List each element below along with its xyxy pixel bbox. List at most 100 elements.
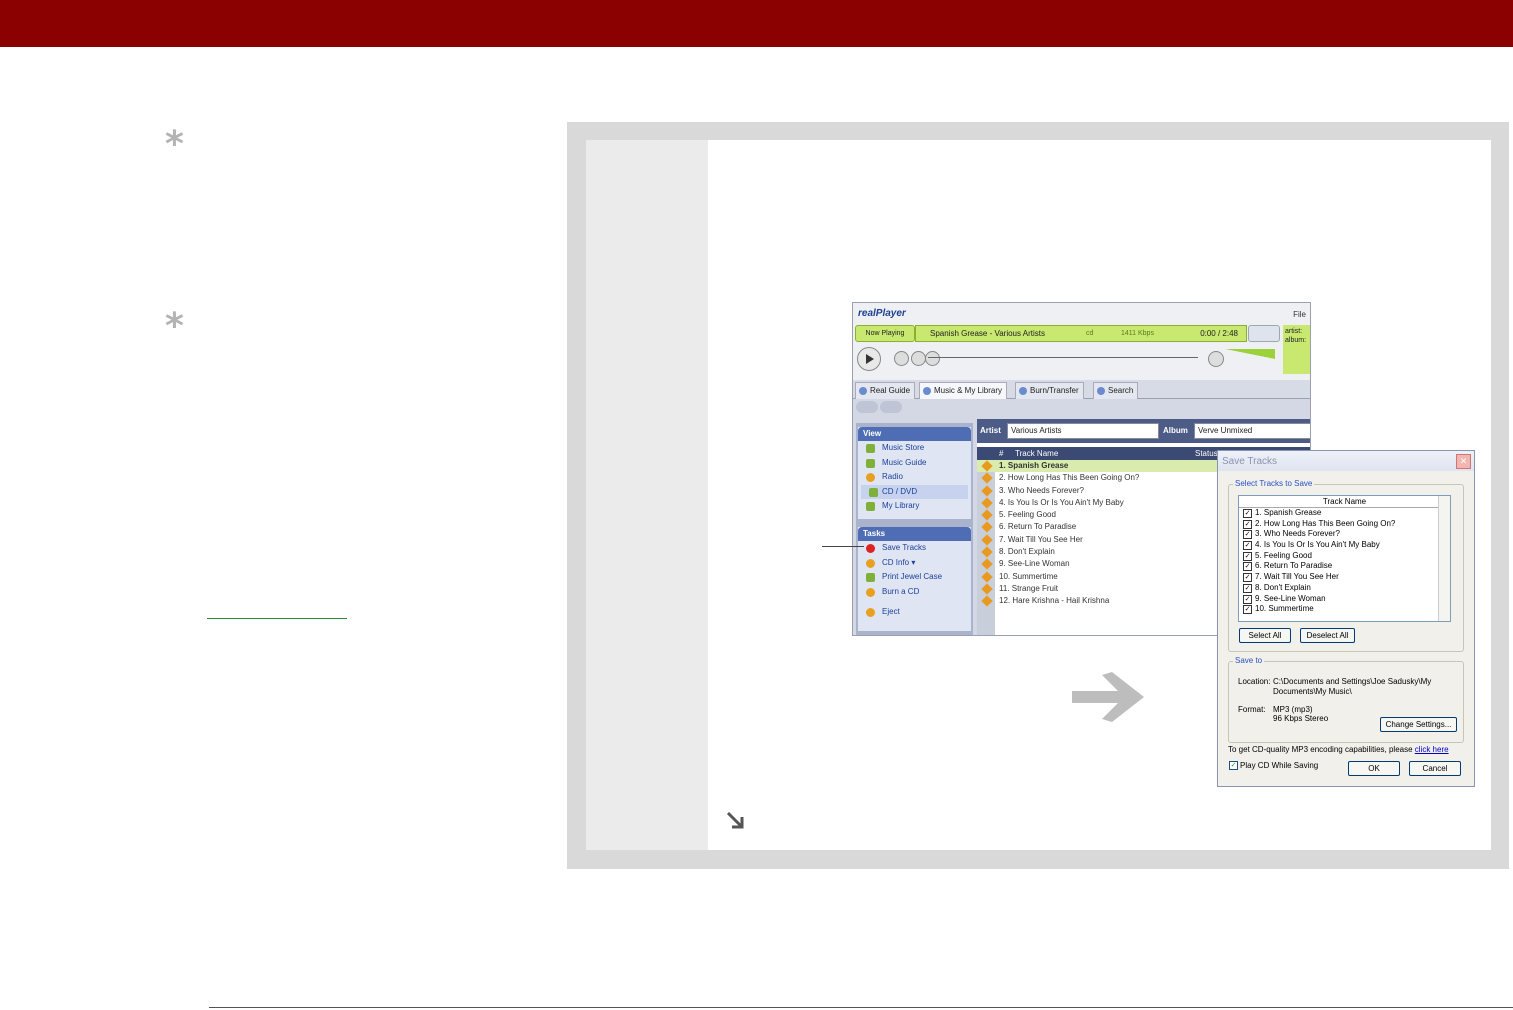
- save-tracks-icon: [866, 544, 875, 553]
- list-item[interactable]: ✓ 3. Who Needs Forever?: [1239, 529, 1450, 540]
- step-number-column: [586, 140, 708, 850]
- tab-music-library[interactable]: Music & My Library: [919, 382, 1008, 399]
- album-info-row: Artist Various Artists Album Verve Unmix…: [977, 419, 1310, 443]
- side-pane: View Music Store Music Guide Radio CD / …: [856, 423, 973, 635]
- task-burn-cd[interactable]: Burn a CD: [858, 585, 971, 600]
- select-all-button[interactable]: Select All: [1239, 628, 1291, 643]
- tab-search[interactable]: Search: [1093, 382, 1139, 399]
- ok-button[interactable]: OK: [1348, 761, 1400, 776]
- globe-menu-button[interactable]: [1248, 325, 1280, 342]
- format-label: Format:: [1238, 705, 1266, 714]
- burn-cd-icon: [866, 587, 875, 597]
- list-item[interactable]: ✓ 1. Spanish Grease: [1239, 508, 1450, 519]
- right-arrow-icon: [1072, 672, 1144, 722]
- seek-slider[interactable]: [928, 357, 1198, 358]
- tab-burn-transfer[interactable]: Burn/Transfer: [1015, 382, 1084, 399]
- file-menu[interactable]: File: [1293, 310, 1306, 319]
- format-value: MP3 (mp3): [1273, 705, 1313, 714]
- album-label: Album: [1163, 426, 1188, 435]
- tab-bar: Real Guide Music & My Library Burn/Trans…: [853, 380, 1310, 399]
- deselect-all-button[interactable]: Deselect All: [1300, 628, 1355, 643]
- checkbox-icon[interactable]: ✓: [1243, 594, 1252, 604]
- cd-track-icon: [981, 472, 993, 484]
- save-tracks-dialog: Save Tracks ✕ Select Tracks to Save Trac…: [1217, 450, 1475, 787]
- list-header[interactable]: Track Name: [1239, 496, 1450, 508]
- cd-track-icon: [981, 484, 993, 497]
- list-item[interactable]: ✓ 7. Wait Till You See Her: [1239, 572, 1450, 583]
- checkbox-icon[interactable]: ✓: [1243, 583, 1252, 593]
- list-item[interactable]: ✓ 10. Summertime: [1239, 604, 1450, 615]
- list-item[interactable]: ✓ 4. Is You Is Or Is You Ain't My Baby: [1239, 540, 1450, 551]
- artist-info-panel: artist: album:: [1283, 325, 1310, 374]
- location-label: Location:: [1238, 677, 1271, 686]
- cd-track-icon: [981, 497, 993, 509]
- close-icon[interactable]: ✕: [1456, 454, 1471, 469]
- now-playing-button[interactable]: Now Playing: [855, 325, 915, 342]
- music-guide-icon: [866, 458, 875, 468]
- cd-track-icon: [981, 509, 993, 521]
- col-status[interactable]: Status: [1195, 447, 1218, 460]
- cd-track-icon: [981, 521, 993, 534]
- view-item-my-library[interactable]: My Library: [858, 499, 971, 514]
- tasks-panel: Tasks Save Tracks CD Info ▾ Print Jewel …: [858, 527, 971, 631]
- volume-icon[interactable]: [1208, 351, 1224, 367]
- checkbox-icon[interactable]: ✓: [1243, 530, 1252, 540]
- dialog-title: Save Tracks: [1222, 456, 1278, 467]
- realplayer-logo: realPlayer: [858, 308, 906, 319]
- previous-button[interactable]: [911, 351, 926, 366]
- col-number[interactable]: #: [999, 447, 1003, 460]
- cd-track-icon: [981, 558, 993, 571]
- col-track-name[interactable]: Track Name: [1015, 447, 1058, 460]
- dialog-title-bar: Save Tracks ✕: [1218, 451, 1474, 471]
- list-scrollbar[interactable]: [1438, 496, 1450, 621]
- volume-slider[interactable]: [1225, 349, 1275, 359]
- forward-button[interactable]: [880, 401, 902, 413]
- change-settings-button[interactable]: Change Settings...: [1380, 717, 1457, 732]
- cancel-button[interactable]: Cancel: [1409, 761, 1461, 776]
- list-item[interactable]: ✓ 5. Feeling Good: [1239, 551, 1450, 562]
- burn-icon: [1019, 387, 1027, 395]
- sidebar-link-underline[interactable]: [207, 618, 347, 619]
- checkbox-icon[interactable]: ✓: [1243, 605, 1252, 615]
- location-value-cont: Documents\My Music\: [1273, 687, 1352, 696]
- now-playing-title: Spanish Grease - Various Artists: [930, 329, 1046, 338]
- checkbox-icon[interactable]: ✓: [1243, 519, 1252, 529]
- task-cd-info[interactable]: CD Info ▾: [858, 556, 971, 571]
- play-button[interactable]: [857, 347, 881, 371]
- next-button[interactable]: [925, 351, 940, 366]
- task-print-jewel-case[interactable]: Print Jewel Case: [858, 570, 971, 585]
- album-field[interactable]: Verve Unmixed: [1194, 423, 1310, 439]
- checkbox-icon[interactable]: ✓: [1243, 551, 1252, 561]
- bitrate-text: 1411 Kbps: [1121, 330, 1154, 337]
- view-item-cd-dvd[interactable]: CD / DVD: [861, 484, 968, 499]
- back-button[interactable]: [856, 401, 878, 413]
- play-cd-checkbox[interactable]: ✓: [1229, 761, 1238, 770]
- stop-button[interactable]: [894, 351, 909, 366]
- mp3-note: To get CD-quality MP3 encoding capabilit…: [1228, 745, 1449, 754]
- callout-line: [822, 546, 864, 547]
- checkbox-icon[interactable]: ✓: [1243, 562, 1252, 572]
- checkbox-icon[interactable]: ✓: [1243, 541, 1252, 551]
- print-icon: [866, 573, 875, 582]
- continue-arrow-icon[interactable]: [725, 810, 747, 832]
- list-item[interactable]: ✓ 6. Return To Paradise: [1239, 561, 1450, 572]
- play-cd-label: Play CD While Saving: [1240, 761, 1319, 770]
- cd-info-icon: [866, 558, 875, 568]
- library-icon: [866, 502, 875, 511]
- view-item-music-store[interactable]: Music Store: [858, 441, 971, 456]
- footer-rule: [209, 1007, 1513, 1008]
- checkbox-icon[interactable]: ✓: [1243, 509, 1252, 518]
- header-bar: [0, 0, 1513, 47]
- task-save-tracks[interactable]: Save Tracks: [858, 541, 971, 556]
- click-here-link[interactable]: click here: [1415, 745, 1449, 754]
- task-eject[interactable]: Eject: [858, 605, 971, 620]
- list-item[interactable]: ✓ 2. How Long Has This Been Going On?: [1239, 519, 1450, 530]
- checkbox-icon[interactable]: ✓: [1243, 573, 1252, 583]
- list-item[interactable]: ✓ 9. See-Line Woman: [1239, 594, 1450, 605]
- list-item[interactable]: ✓ 8. Don't Explain: [1239, 583, 1450, 594]
- view-item-music-guide[interactable]: Music Guide: [858, 456, 971, 471]
- view-item-radio[interactable]: Radio: [858, 470, 971, 485]
- artist-field[interactable]: Various Artists: [1007, 423, 1159, 439]
- search-icon: [1097, 387, 1105, 395]
- tab-real-guide[interactable]: Real Guide: [855, 382, 916, 399]
